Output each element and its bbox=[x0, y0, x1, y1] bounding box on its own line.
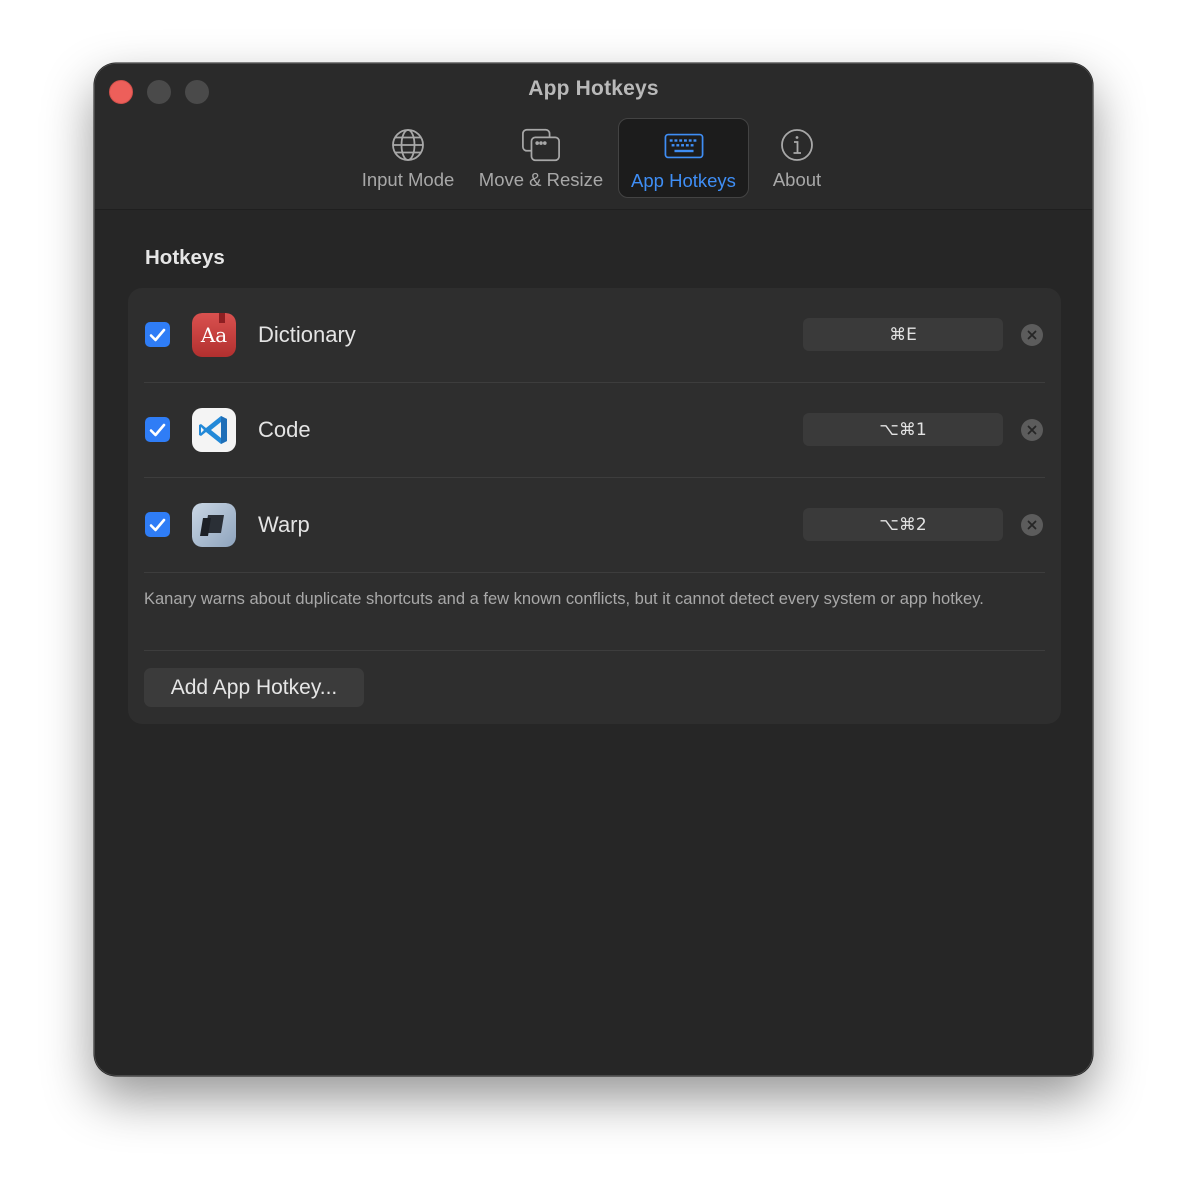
tab-label: App Hotkeys bbox=[631, 170, 736, 191]
app-name: Warp bbox=[258, 512, 310, 537]
hotkeys-group: Aa Dictionary ⌘E Code ⌥⌘1 Warp ⌥⌘2 Kanar… bbox=[128, 288, 1061, 724]
enabled-checkbox[interactable] bbox=[145, 512, 170, 537]
app-name: Code bbox=[258, 417, 311, 442]
tab-app-hotkeys[interactable]: App Hotkeys bbox=[618, 118, 749, 198]
tab-move-resize[interactable]: Move & Resize bbox=[475, 118, 607, 198]
checkmark-icon bbox=[149, 423, 166, 436]
tab-label: Input Mode bbox=[361, 169, 455, 190]
remove-hotkey-button[interactable] bbox=[1021, 324, 1043, 346]
close-icon bbox=[1027, 520, 1037, 530]
list-item: Aa Dictionary ⌘E bbox=[128, 288, 1061, 383]
divider bbox=[144, 650, 1045, 651]
add-app-hotkey-button[interactable]: Add App Hotkey... bbox=[144, 668, 364, 707]
vscode-app-icon bbox=[192, 408, 236, 452]
dictionary-app-icon: Aa bbox=[192, 313, 236, 357]
globe-icon bbox=[388, 126, 428, 164]
list-item: Warp ⌥⌘2 bbox=[128, 478, 1061, 573]
tab-about[interactable]: About bbox=[757, 118, 837, 198]
remove-hotkey-button[interactable] bbox=[1021, 514, 1043, 536]
keyboard-icon bbox=[664, 127, 704, 165]
settings-window: App Hotkeys Input Mode Move & Resize App… bbox=[94, 63, 1093, 1076]
tab-label: About bbox=[772, 169, 822, 190]
checkmark-icon bbox=[149, 518, 166, 531]
window-title: App Hotkeys bbox=[528, 77, 659, 100]
close-icon bbox=[1027, 425, 1037, 435]
titlebar: App Hotkeys Input Mode Move & Resize App… bbox=[95, 64, 1092, 210]
section-title: Hotkeys bbox=[145, 246, 225, 269]
info-icon bbox=[777, 126, 817, 164]
windows-icon bbox=[521, 126, 561, 164]
svg-text:Aa: Aa bbox=[200, 323, 227, 347]
shortcut-recorder[interactable]: ⌘E bbox=[803, 318, 1003, 351]
remove-hotkey-button[interactable] bbox=[1021, 419, 1043, 441]
app-name: Dictionary bbox=[258, 322, 356, 347]
enabled-checkbox[interactable] bbox=[145, 417, 170, 442]
tab-label: Move & Resize bbox=[478, 169, 604, 190]
checkmark-icon bbox=[149, 328, 166, 341]
close-icon bbox=[1027, 330, 1037, 340]
enabled-checkbox[interactable] bbox=[145, 322, 170, 347]
warp-app-icon bbox=[192, 503, 236, 547]
list-item: Code ⌥⌘1 bbox=[128, 383, 1061, 478]
divider bbox=[144, 572, 1045, 573]
conflict-note: Kanary warns about duplicate shortcuts a… bbox=[144, 590, 984, 608]
shortcut-recorder[interactable]: ⌥⌘1 bbox=[803, 413, 1003, 446]
shortcut-recorder[interactable]: ⌥⌘2 bbox=[803, 508, 1003, 541]
tab-input-mode[interactable]: Input Mode bbox=[353, 118, 463, 198]
